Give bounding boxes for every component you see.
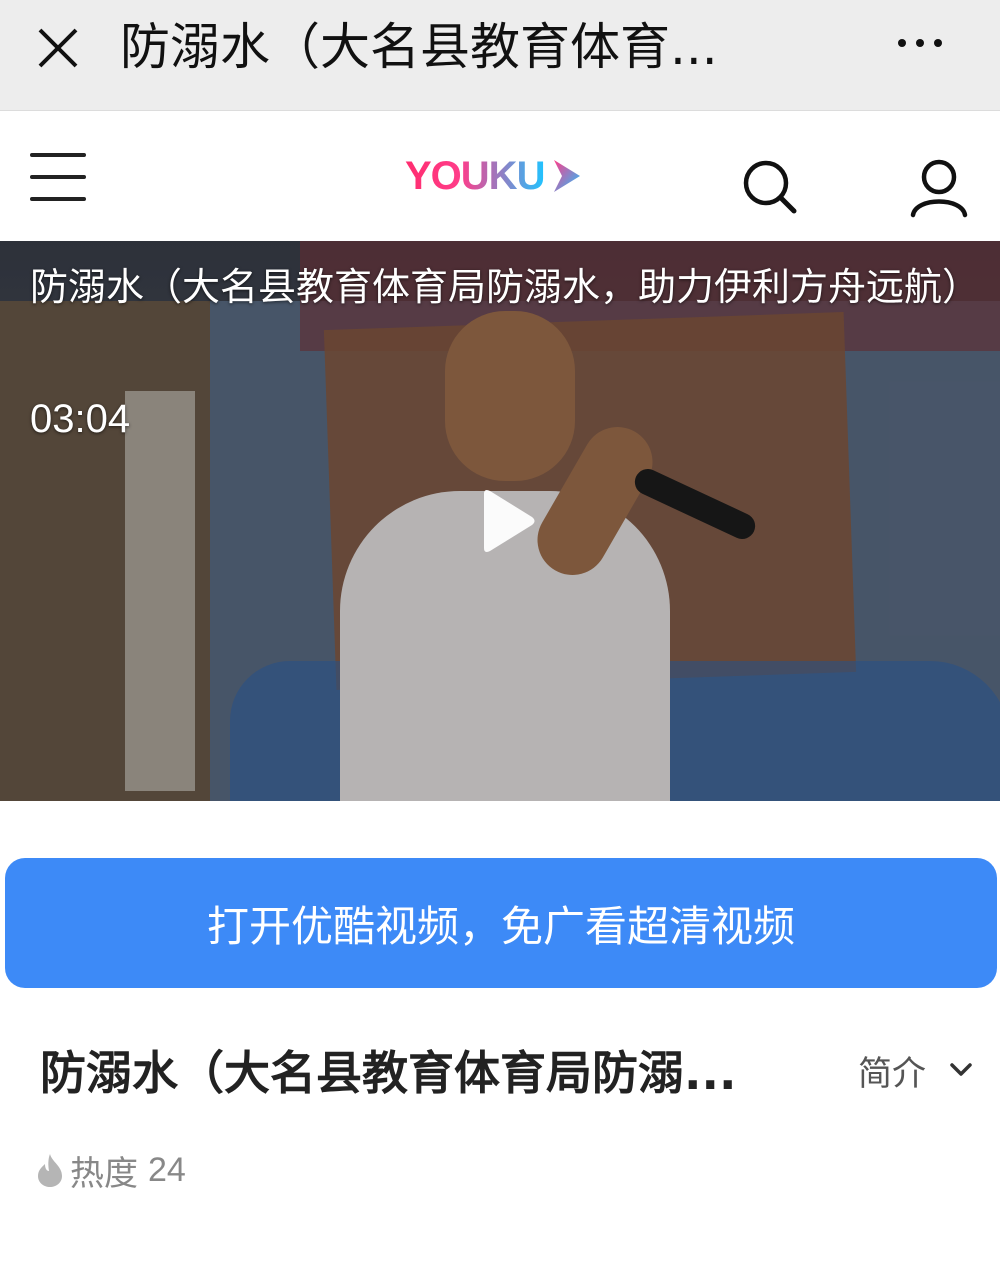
logo-arrow-icon (554, 160, 581, 192)
open-app-button[interactable]: 打开优酷视频，免广看超清视频 (5, 858, 997, 988)
play-icon (484, 490, 535, 552)
flame-icon (38, 1154, 62, 1187)
site-header: YOUKU (0, 111, 1000, 241)
heat-value: 24 (148, 1150, 186, 1189)
youku-logo[interactable]: YOUKU (405, 151, 584, 201)
search-icon (743, 160, 797, 214)
video-duration: 03:04 (30, 397, 131, 441)
video-info-title: 防溺水（大名县教育体育局防溺... (40, 1046, 737, 1100)
more-horizontal-icon (934, 39, 942, 47)
play-button[interactable] (470, 486, 540, 556)
user-button[interactable] (908, 157, 970, 219)
logo-text: YOUKU (405, 153, 545, 198)
more-horizontal-icon (898, 39, 906, 47)
heat-label: 热度 (70, 1153, 138, 1194)
more-button[interactable] (880, 18, 960, 68)
chevron-down-icon (950, 1063, 972, 1076)
search-button[interactable] (740, 157, 800, 217)
close-icon (38, 28, 78, 68)
title-bar: 防溺水（大名县教育体育... (0, 0, 1000, 111)
more-horizontal-icon (916, 39, 924, 47)
intro-toggle[interactable]: 简介 (858, 1045, 974, 1095)
intro-label: 简介 (858, 1053, 926, 1094)
open-app-label: 打开优酷视频，免广看超清视频 (206, 901, 795, 951)
heat-indicator: 热度 24 (36, 1145, 186, 1195)
video-title: 防溺水（大名县教育体育局防溺水，助力伊利方舟远航） (30, 265, 981, 309)
close-button[interactable] (28, 18, 88, 78)
user-icon (910, 159, 968, 218)
menu-button[interactable] (30, 151, 88, 203)
video-player[interactable]: 防溺水（大名县教育体育局防溺水，助力伊利方舟远航） 03:04 (0, 241, 1000, 801)
page-title: 防溺水（大名县教育体育... (120, 18, 718, 76)
